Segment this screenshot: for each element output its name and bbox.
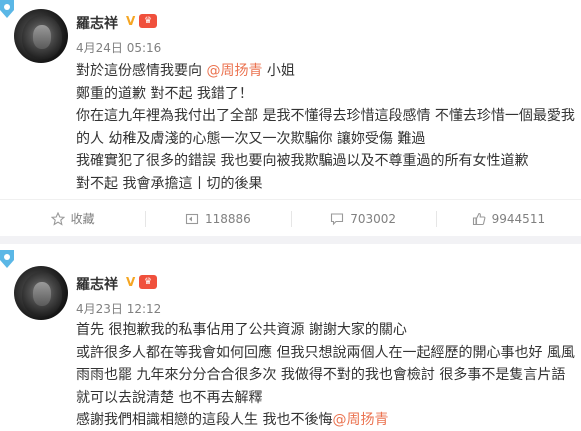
level-badge-icon: ♛ [139, 275, 157, 289]
like-button[interactable]: 9944511 [435, 200, 581, 237]
text-line: 我確實犯了很多的錯誤 我也要向被我欺騙過以及不尊重過的所有女性道歉 [76, 153, 529, 169]
comment-button[interactable]: 703002 [290, 200, 436, 237]
star-icon [50, 211, 65, 226]
weibo-post: 羅志祥 V ♛ 4月23日 12:12 首先 很抱歉我的私事佔用了公共資源 謝謝… [0, 244, 581, 431]
post-timestamp[interactable]: 4月23日 12:12 [76, 300, 161, 317]
mention-link[interactable]: @周扬青 [332, 412, 388, 428]
post-text: 對於這份感情我要向 @周扬青 小姐 鄭重的道歉 對不起 我錯了！ 你在這九年裡為… [76, 60, 576, 195]
text-line: 就可以去說清楚 也不再去解釋 [76, 389, 263, 406]
mention-link[interactable]: @周扬青 [206, 63, 262, 79]
repost-button[interactable]: 118886 [145, 200, 290, 237]
text-line: 對不起 我會承擔這丨切的後果 [76, 175, 263, 192]
post-text: 首先 很抱歉我的私事佔用了公共資源 謝謝大家的關心 或許很多人都在等我會如何回應… [76, 319, 576, 431]
weibo-post: 羅志祥 V ♛ 4月24日 05:16 對於這份感情我要向 @周扬青 小姐 鄭重… [0, 0, 581, 236]
avatar[interactable] [14, 266, 68, 320]
text-line: 你在這九年裡為我付出了全部 是我不懂得去珍惜這段感情 不懂去珍惜一個最愛我 [76, 108, 575, 124]
avatar[interactable] [14, 9, 68, 63]
verified-v-icon: V [126, 14, 136, 28]
verified-v-icon: V [126, 275, 136, 289]
author-name[interactable]: 羅志祥 [76, 274, 118, 294]
text-line: 或許很多人都在等我會如何回應 但我只想說兩個人在一起經歷的開心事也好 風風 [76, 344, 575, 361]
text-line: 對於這份感情我要向 @周扬青 小姐 [76, 63, 295, 79]
text-line: 首先 很抱歉我的私事佔用了公共資源 謝謝大家的關心 [76, 322, 407, 338]
text-line: 的人 幼稚及膚淺的心態一次又一次欺騙你 讓妳受傷 難過 [76, 130, 426, 147]
text-line: 感謝我們相識相戀的這段人生 我也不後悔@周扬青 [76, 412, 389, 428]
thumbs-up-icon [472, 212, 486, 225]
text-line: 鄭重的道歉 對不起 我錯了！ [76, 85, 253, 102]
favorite-button[interactable]: 收藏 [0, 200, 145, 237]
comment-icon [331, 212, 344, 225]
corner-ribbon-icon [0, 0, 14, 18]
author-name[interactable]: 羅志祥 [76, 13, 118, 33]
post-separator [0, 236, 581, 244]
repost-icon [185, 213, 199, 224]
level-badge-icon: ♛ [139, 14, 157, 28]
post-timestamp[interactable]: 4月24日 05:16 [76, 39, 161, 56]
action-bar: 收藏 118886 703002 9944511 [0, 199, 581, 237]
corner-ribbon-icon [0, 250, 14, 268]
text-line: 雨雨也罷 九年來分分合合很多次 我做得不對的我也會檢討 很多事不是隻言片語 [76, 367, 566, 383]
